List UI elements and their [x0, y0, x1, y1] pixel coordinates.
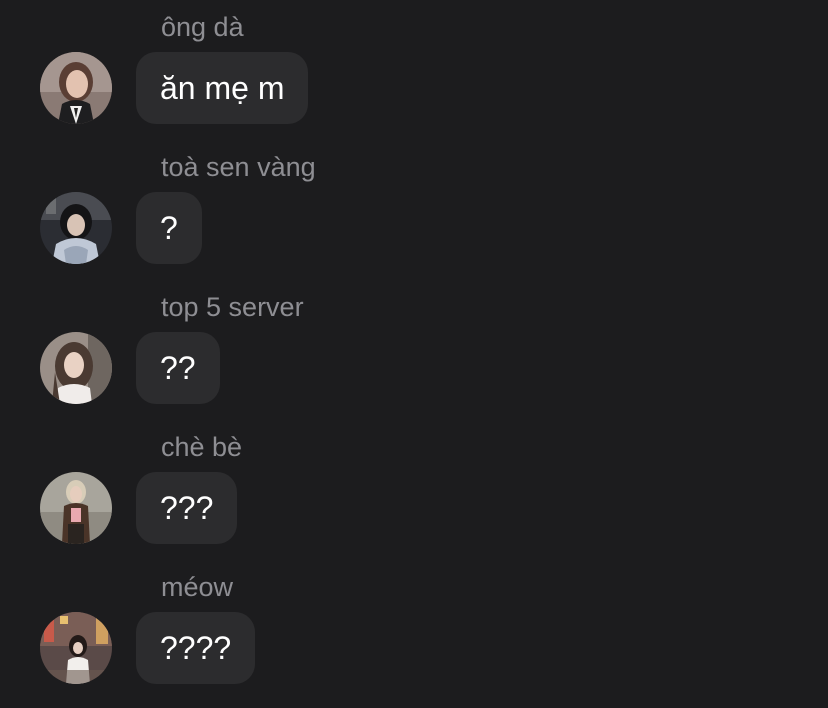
sender-name: toà sen vàng: [161, 152, 316, 182]
profile-photo-icon: [40, 192, 112, 264]
avatar[interactable]: [40, 52, 112, 124]
sender-name: ông dà: [161, 12, 244, 42]
sender-name: chè bè: [161, 432, 243, 462]
message-bubble[interactable]: ????: [136, 612, 256, 684]
profile-photo-icon: [40, 332, 112, 404]
avatar[interactable]: [40, 332, 112, 404]
sender-name: méow: [161, 572, 234, 602]
message-group: ông dà ăn mẹ m: [0, 0, 828, 140]
avatar[interactable]: [40, 192, 112, 264]
avatar[interactable]: [40, 612, 112, 684]
profile-photo-icon: [40, 52, 112, 124]
profile-photo-icon: [40, 472, 112, 544]
message-bubble[interactable]: ăn mẹ m: [136, 52, 309, 124]
message-group: méow ????: [0, 560, 828, 700]
message-group: top 5 server ??: [0, 280, 828, 420]
message-thread: ông dà ăn mẹ m toà sen vàng ? top 5 serv…: [0, 0, 828, 708]
message-group: toà sen vàng ?: [0, 140, 828, 280]
profile-photo-icon: [40, 612, 112, 684]
sender-name: top 5 server: [161, 292, 304, 322]
avatar[interactable]: [40, 472, 112, 544]
message-bubble[interactable]: ??: [136, 332, 220, 404]
message-bubble[interactable]: ?: [136, 192, 202, 264]
message-bubble[interactable]: ???: [136, 472, 238, 544]
message-group: chè bè ???: [0, 420, 828, 560]
